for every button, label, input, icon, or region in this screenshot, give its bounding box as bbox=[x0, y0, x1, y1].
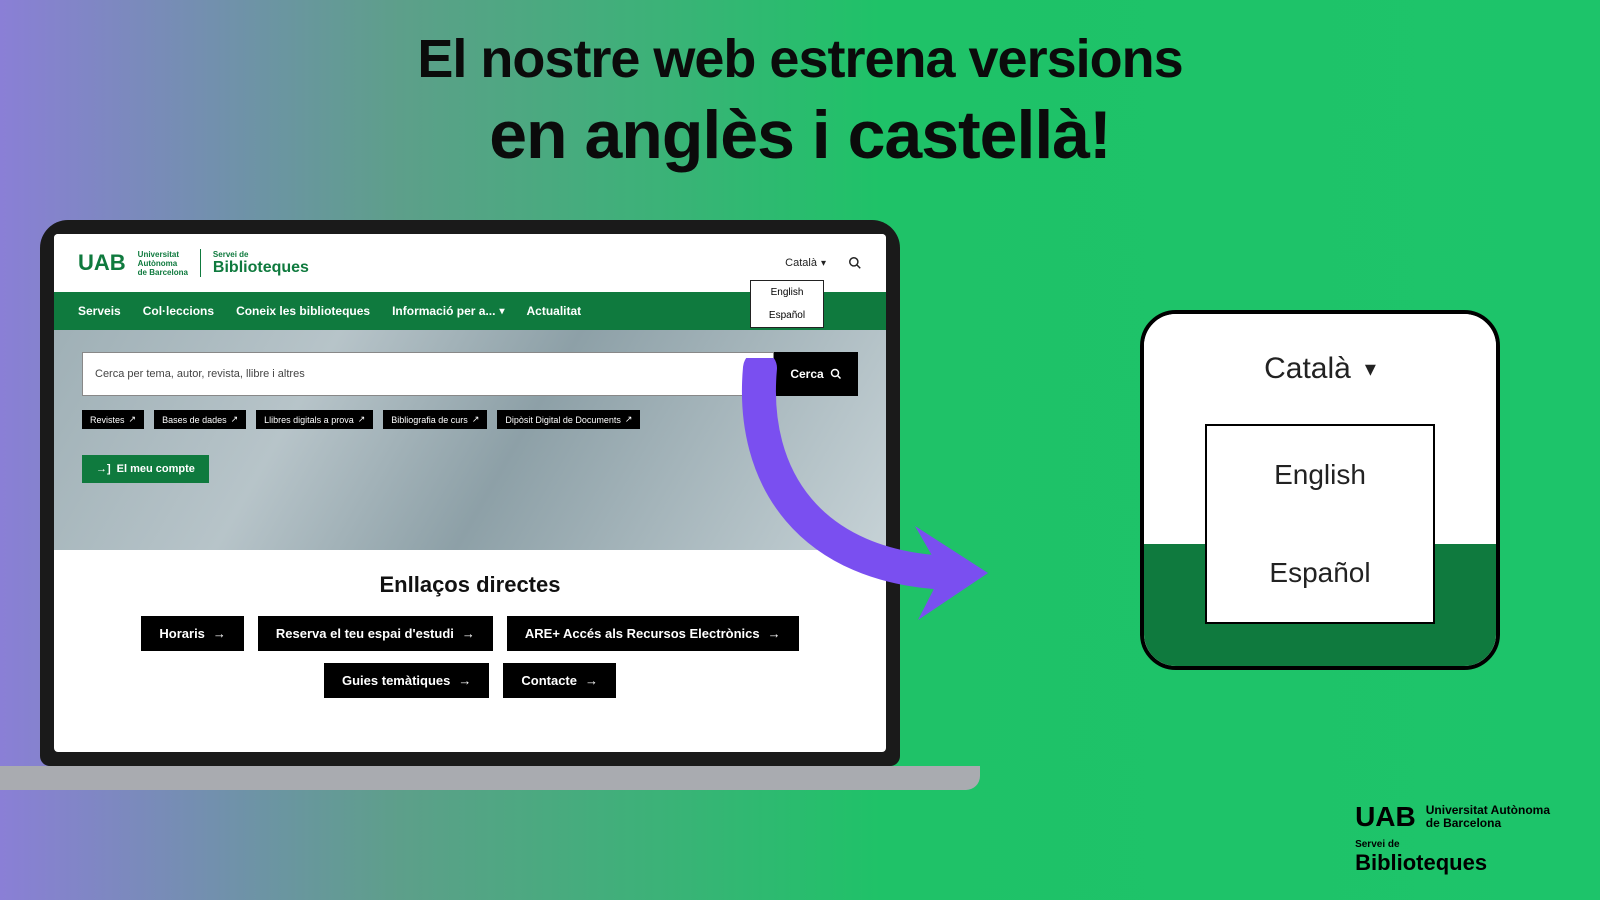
footer-sub: Universitat Autònoma de Barcelona bbox=[1426, 804, 1550, 830]
laptop-mockup: UAB Universitat Autònoma de Barcelona Se… bbox=[40, 220, 900, 790]
language-selector[interactable]: Català ▾ bbox=[785, 257, 826, 269]
nav-colleccions-label: Col·leccions bbox=[143, 304, 214, 318]
external-link-icon: ↗ bbox=[625, 414, 633, 425]
nav-actualitat[interactable]: Actualitat bbox=[526, 304, 581, 318]
quicklink-diposit[interactable]: Dipòsit Digital de Documents ↗ bbox=[497, 410, 640, 429]
nav-coneix[interactable]: Coneix les biblioteques bbox=[236, 304, 370, 318]
quicklink-llibres[interactable]: Llibres digitals a prova ↗ bbox=[256, 410, 373, 429]
language-option-english[interactable]: English bbox=[751, 281, 823, 304]
zoom-option-espanol[interactable]: Español bbox=[1207, 524, 1433, 622]
logo-divider bbox=[200, 249, 201, 277]
quicklink-biblio-label: Bibliografia de curs bbox=[391, 415, 468, 425]
chevron-down-icon: ▾ bbox=[1365, 356, 1376, 382]
link-reserva[interactable]: Reserva el teu espai d'estudi → bbox=[258, 616, 493, 651]
link-are-label: ARE+ Accés als Recursos Electrònics bbox=[525, 626, 760, 641]
link-guies-label: Guies temàtiques bbox=[342, 673, 450, 688]
link-guies[interactable]: Guies temàtiques → bbox=[324, 663, 489, 698]
my-account-button[interactable]: →] El meu compte bbox=[82, 455, 209, 483]
nav-coneix-label: Coneix les biblioteques bbox=[236, 304, 370, 318]
link-reserva-label: Reserva el teu espai d'estudi bbox=[276, 626, 454, 641]
logo-servei: Servei de bbox=[213, 250, 309, 259]
logo-sub-2: Autònoma bbox=[138, 259, 188, 268]
laptop-frame: UAB Universitat Autònoma de Barcelona Se… bbox=[40, 220, 900, 766]
nav-serveis-label: Serveis bbox=[78, 304, 121, 318]
link-are[interactable]: ARE+ Accés als Recursos Electrònics → bbox=[507, 616, 799, 651]
promo-canvas: El nostre web estrena versions en anglès… bbox=[0, 0, 1600, 900]
logo-subtitle: Universitat Autònoma de Barcelona bbox=[138, 250, 188, 277]
zoom-option-english[interactable]: English bbox=[1207, 426, 1433, 524]
link-contacte-label: Contacte bbox=[521, 673, 577, 688]
laptop-base bbox=[0, 766, 980, 790]
my-account-label: El meu compte bbox=[117, 463, 195, 475]
chevron-down-icon: ▾ bbox=[821, 258, 826, 269]
external-link-icon: ↗ bbox=[231, 414, 239, 425]
direct-links-row-1: Horaris→ Reserva el teu espai d'estudi→ … bbox=[82, 616, 858, 651]
quicklink-revistes[interactable]: Revistes ↗ bbox=[82, 410, 144, 429]
site-logo[interactable]: UAB Universitat Autònoma de Barcelona Se… bbox=[78, 249, 309, 277]
quicklink-diposit-label: Dipòsit Digital de Documents bbox=[505, 415, 621, 425]
arrow-right-icon: → bbox=[462, 626, 475, 641]
zoom-language-dropdown: English Español bbox=[1205, 424, 1435, 624]
search-button[interactable]: Cerca bbox=[774, 352, 858, 396]
footer-servei: Servei de bbox=[1355, 839, 1550, 850]
quicklink-bases[interactable]: Bases de dades ↗ bbox=[154, 410, 246, 429]
hero-section: Cerca per tema, autor, revista, llibre i… bbox=[54, 330, 886, 550]
direct-links-section: Enllaços directes Horaris → Reserva el te… bbox=[54, 550, 886, 738]
footer-biblio: Biblioteques bbox=[1355, 850, 1550, 876]
arrow-right-icon: → bbox=[585, 673, 598, 688]
quicklink-llibres-label: Llibres digitals a prova bbox=[264, 415, 354, 425]
login-icon: →] bbox=[96, 463, 111, 475]
arrow-right-icon: → bbox=[213, 626, 226, 641]
headline-line-1: El nostre web estrena versions bbox=[0, 28, 1600, 90]
direct-links-row-2: Guies temàtiques → Contacte → bbox=[82, 663, 858, 698]
website-screen: UAB Universitat Autònoma de Barcelona Se… bbox=[54, 234, 886, 752]
search-placeholder: Cerca per tema, autor, revista, llibre i… bbox=[95, 368, 305, 380]
quicklink-revistes-label: Revistes bbox=[90, 415, 125, 425]
search-row: Cerca per tema, autor, revista, llibre i… bbox=[82, 352, 858, 396]
headline: El nostre web estrena versions en anglès… bbox=[0, 28, 1600, 174]
search-button-label: Cerca bbox=[790, 367, 823, 381]
nav-info-label: Informació per a... bbox=[392, 304, 495, 318]
quicklink-biblio[interactable]: Bibliografia de curs ↗ bbox=[383, 410, 487, 429]
footer-uab: UAB bbox=[1355, 801, 1416, 833]
zoom-current-language[interactable]: Català ▾ bbox=[1144, 314, 1496, 424]
footer-sub-2: de Barcelona bbox=[1426, 817, 1550, 830]
external-link-icon: ↗ bbox=[129, 414, 137, 425]
nav-serveis[interactable]: Serveis bbox=[78, 304, 121, 318]
nav-info[interactable]: Informació per a... ▾ bbox=[392, 304, 504, 318]
chevron-down-icon: ▾ bbox=[499, 306, 504, 317]
direct-links-title: Enllaços directes bbox=[82, 572, 858, 598]
search-icon bbox=[830, 368, 842, 380]
link-horaris[interactable]: Horaris → bbox=[141, 616, 244, 651]
zoom-current-label: Català bbox=[1264, 352, 1351, 386]
nav-colleccions[interactable]: Col·leccions bbox=[143, 304, 214, 318]
headline-line-2: en anglès i castellà! bbox=[0, 96, 1600, 174]
logo-service-column: Servei de Biblioteques bbox=[213, 250, 309, 277]
footer-logo-row: UAB Universitat Autònoma de Barcelona bbox=[1355, 801, 1550, 833]
link-contacte[interactable]: Contacte → bbox=[503, 663, 616, 698]
language-option-espanol[interactable]: Español bbox=[751, 304, 823, 327]
link-horaris-label: Horaris bbox=[159, 626, 205, 641]
search-icon[interactable] bbox=[848, 256, 862, 270]
quicklinks: Revistes ↗ Bases de dades ↗ Llibres digita… bbox=[82, 410, 858, 429]
arrow-right-icon: → bbox=[768, 626, 781, 641]
external-link-icon: ↗ bbox=[472, 414, 480, 425]
header-right: Català ▾ English Español bbox=[785, 256, 862, 270]
logo-sub-3: de Barcelona bbox=[138, 268, 188, 277]
language-dropdown: English Español bbox=[750, 280, 824, 328]
site-header: UAB Universitat Autònoma de Barcelona Se… bbox=[54, 234, 886, 292]
logo-uab-text: UAB bbox=[78, 250, 126, 276]
logo-biblio: Biblioteques bbox=[213, 259, 309, 277]
nav-actualitat-label: Actualitat bbox=[526, 304, 581, 318]
language-current: Català bbox=[785, 257, 817, 269]
arrow-right-icon: → bbox=[458, 673, 471, 688]
quicklink-bases-label: Bases de dades bbox=[162, 415, 227, 425]
language-zoom-card: Català ▾ English Español bbox=[1140, 310, 1500, 670]
search-input[interactable]: Cerca per tema, autor, revista, llibre i… bbox=[82, 352, 774, 396]
zoom-mid: English Español bbox=[1144, 424, 1496, 670]
footer-logo: UAB Universitat Autònoma de Barcelona Se… bbox=[1355, 801, 1550, 876]
logo-sub-1: Universitat bbox=[138, 250, 188, 259]
external-link-icon: ↗ bbox=[358, 414, 366, 425]
